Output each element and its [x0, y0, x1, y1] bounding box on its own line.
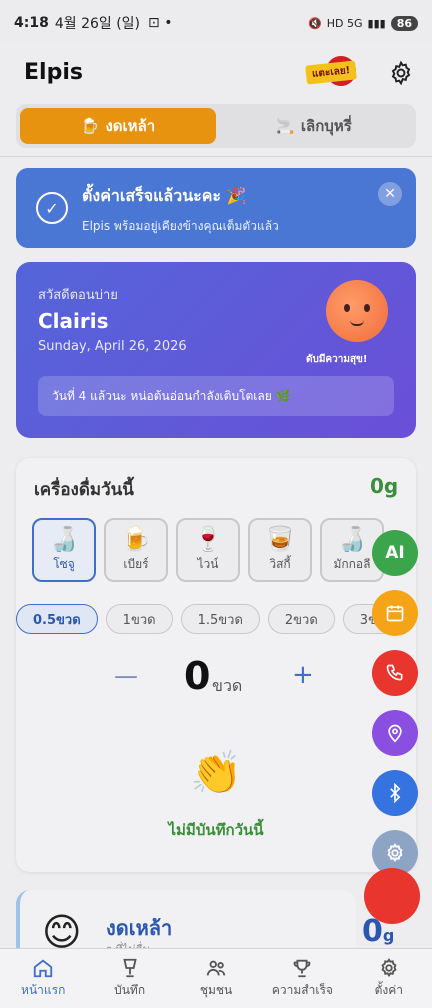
decrement-button[interactable]: — [114, 662, 138, 690]
gear-icon [387, 843, 403, 862]
drink-type-wine[interactable]: 🍷 ไวน์ [176, 518, 240, 582]
calendar-icon [386, 605, 404, 622]
beer-mug-icon: 🍺 [121, 524, 151, 553]
divider [0, 156, 432, 157]
amount-chip[interactable]: 1ขวด [105, 604, 173, 634]
today-drinks-card: เครื่องดื่มวันนี้ 0g 🍶 โซจู 🍺 เบียร์ 🍷 ไ… [16, 458, 416, 872]
whisky-glass-icon: 🥃 [265, 524, 295, 553]
bluetooth-button[interactable] [372, 770, 418, 816]
mute-icon: 🔇 [308, 16, 322, 30]
nav-label: ตั้งค่า [374, 983, 404, 997]
calendar-button[interactable] [372, 590, 418, 636]
drink-type-whisky[interactable]: 🥃 วิสกี้ [248, 518, 312, 582]
bottom-nav: หน้าแรก บันทึก ชุมชน ความสำเร็จ ตั้งค่า [0, 948, 432, 1008]
nav-home[interactable]: หน้าแรก [0, 949, 86, 1008]
trophy-icon [294, 959, 311, 978]
drink-type-label: มักกอลี [333, 556, 371, 571]
quick-action-stack: AI [372, 530, 418, 876]
home-icon [34, 959, 53, 978]
close-icon[interactable]: ✕ [378, 182, 402, 206]
status-time: 4:18 [14, 15, 49, 31]
tab-alcohol-label: งดเหล้า [105, 117, 156, 135]
tab-smoking[interactable]: 🚬 เลิกบุหรี่ [216, 108, 412, 144]
location-icon [388, 724, 402, 743]
people-icon [206, 960, 226, 976]
amount-chip[interactable]: 2ขวด [267, 604, 335, 634]
main-action-button[interactable] [364, 868, 420, 924]
mascot-icon[interactable] [326, 280, 388, 342]
drink-type-label: วิสกี้ [269, 556, 291, 571]
nav-label: ชุมชน [199, 983, 233, 997]
beer-icon: 🍺 [80, 117, 100, 135]
network-label: HD 5G [326, 16, 363, 30]
bluetooth-icon [390, 783, 401, 803]
sobriety-unit: g [382, 926, 395, 945]
mascot-caption: ดับมีความสุข! [306, 354, 368, 365]
cigarette-icon: 🚬 [276, 117, 295, 135]
makgeolli-bottle-icon: 🍶 [337, 524, 367, 553]
amount-chip-list: 0.5ขวด 1ขวด 1.5ขวด 2ขวด 3ขวด [16, 604, 410, 634]
status-bar: 4:18 4월 26일 (일) ⊡ • 🔇 HD 5G ▮▮▮ 86 [0, 0, 432, 46]
app-header: Elpis แตะเลย! [0, 46, 432, 98]
signal-icon: ▮▮▮ [367, 16, 386, 30]
drinks-title: เครื่องดื่มวันนี้ [34, 480, 134, 500]
empty-state-text: ไม่มีบันทึกวันนี้ [168, 821, 264, 839]
quantity-unit: ขวด [212, 676, 243, 695]
drink-type-label: โซจู [53, 556, 75, 571]
glass-icon [122, 958, 137, 978]
location-button[interactable] [372, 710, 418, 756]
clapping-hands-icon: 👏 [190, 748, 243, 797]
drink-type-label: ไวน์ [197, 556, 219, 571]
nav-settings[interactable]: ตั้งค่า [346, 949, 432, 1008]
nav-record[interactable]: บันทึก [86, 949, 172, 1008]
phone-button[interactable] [372, 650, 418, 696]
mode-toggle: 🍺 งดเหล้า 🚬 เลิกบุหรี่ [16, 104, 416, 148]
amount-chip[interactable]: 0.5ขวด [16, 604, 98, 634]
app-title: Elpis [24, 59, 83, 85]
drink-type-soju[interactable]: 🍶 โซจู [32, 518, 96, 582]
drink-type-beer[interactable]: 🍺 เบียร์ [104, 518, 168, 582]
nav-community[interactable]: ชุมชน [173, 949, 259, 1008]
greeting-card: สวัสดีตอนบ่าย Clairis Sunday, April 26, … [16, 262, 416, 438]
wine-glass-icon: 🍷 [193, 524, 223, 553]
drinks-total: 0g [370, 474, 399, 498]
ai-button[interactable]: AI [372, 530, 418, 576]
promo-badge[interactable]: แตะเลย! [305, 56, 378, 86]
screenshot-icon: ⊡ • [148, 15, 173, 31]
amount-chip[interactable]: 1.5ขวด [180, 604, 260, 634]
nav-label: ความสำเร็จ [271, 983, 333, 997]
status-date: 4월 26일 (일) [54, 16, 141, 32]
toast-subtitle: Elpis พร้อมอยู่เคียงข้างคุณเต็มตัวแล้ว [82, 219, 279, 233]
quantity-stepper: — 0 ขวด + [16, 654, 416, 704]
toast-title: ตั้งค่าเสร็จแล้วนะคะ 🎉 [82, 186, 247, 205]
settings-gear-icon[interactable] [388, 60, 414, 86]
battery-indicator: 86 [390, 15, 418, 31]
nav-achievements[interactable]: ความสำเร็จ [259, 949, 345, 1008]
soju-bottle-icon: 🍶 [49, 524, 79, 553]
drink-type-list: 🍶 โซจู 🍺 เบียร์ 🍷 ไวน์ 🥃 วิสกี้ 🍶 มักกอล… [32, 518, 384, 582]
gear-icon [381, 958, 397, 977]
setup-complete-toast: ✓ ตั้งค่าเสร็จแล้วนะคะ 🎉 Elpis พร้อมอยู่… [16, 168, 416, 248]
tab-smoking-label: เลิกบุหรี่ [300, 117, 352, 135]
check-icon: ✓ [36, 192, 68, 224]
quantity-value: 0 [184, 654, 211, 698]
phone-icon [386, 664, 403, 681]
drink-type-label: เบียร์ [123, 556, 149, 571]
streak-message: วันที่ 4 แล้วนะ หน่อต้นอ่อนกำลังเติบโตเล… [38, 376, 394, 416]
nav-label: บันทึก [114, 983, 146, 997]
increment-button[interactable]: + [292, 660, 314, 690]
tab-alcohol[interactable]: 🍺 งดเหล้า [20, 108, 216, 144]
nav-label: หน้าแรก [21, 983, 66, 997]
